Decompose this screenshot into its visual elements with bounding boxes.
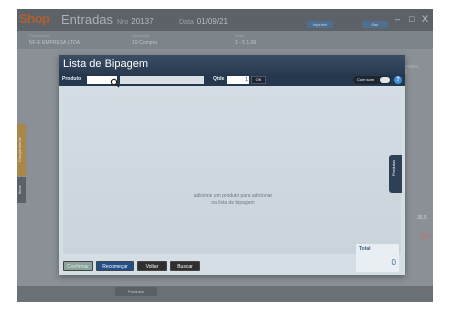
maximize-icon[interactable]: □ [409,14,414,24]
product-label: Produto [62,76,82,82]
total-label: Total [359,246,371,252]
side-tab-complement[interactable]: Complemento [17,124,26,176]
bottom-tab-products[interactable]: Produtos [115,287,157,296]
quantity-input[interactable]: 1 [227,76,249,84]
products-side-tab[interactable]: Produtos [389,155,402,193]
right-value-1: 36,5 [417,215,427,221]
restart-button[interactable]: Recomeçar [96,261,134,271]
side-tab-items-label: Itens [17,185,22,195]
operation-value[interactable]: 10-Compra [132,40,157,46]
exit-button[interactable]: Sair [362,21,388,28]
app-titlebar: Shop Entradas Nro 20137 Data 01/09/21 Impr… [17,9,433,31]
scan-list-dialog: Lista de Bipagem Produto Qtde 1 OK Com s… [59,55,405,275]
date-label: Data [179,19,194,26]
date-value: 01/09/21 [196,17,228,26]
empty-message-line-2: na lista de bipagem [211,200,255,206]
toggle-knob-icon [380,77,390,83]
close-icon[interactable]: X [422,14,428,24]
app-logo: Shop [19,11,50,26]
supplier-label: Fornecedor [29,33,50,38]
dialog-toolbar: Produto Qtde 1 OK Com som ? [59,74,405,88]
app-title: Entradas [61,12,114,27]
ok-button[interactable]: OK [251,76,266,84]
back-button[interactable]: Voltar [137,261,167,271]
series-value[interactable]: 1 - 5 1.06 [235,40,256,46]
products-side-tab-label: Produtos [391,160,396,177]
operation-label: Operação [132,33,150,38]
side-tab-complement-label: Complemento [17,137,22,163]
total-box: Total 0 [356,244,399,272]
product-description-field [120,76,204,84]
qty-label: Qtde [213,76,225,82]
series-label: Série [235,33,245,38]
empty-message-line-1: adicione um produto para adicionar [193,193,273,199]
total-value: 0 [391,258,396,267]
dialog-header: Lista de Bipagem [59,55,405,74]
nro-label: Nro [117,19,129,26]
search-icon[interactable] [110,75,120,88]
right-value-2: 0,00 [420,234,430,240]
sound-toggle[interactable]: Com som [353,76,391,84]
supplier-value[interactable]: NF-E EMPRESA LTDA [29,40,80,46]
confirm-button[interactable]: Confirmar [63,261,93,271]
search-button[interactable]: Buscar [170,261,200,271]
sound-toggle-label: Com som [357,77,375,82]
nro-field: Nro 20137 [117,17,154,26]
dialog-title: Lista de Bipagem [63,58,148,70]
header-fields-row: Fornecedor NF-E EMPRESA LTDA Operação 10… [17,31,433,49]
help-icon[interactable]: ? [394,76,402,84]
print-button[interactable]: Imprimir [307,21,333,28]
bottom-bar [17,286,433,302]
date-field: Data 01/09/21 [179,17,228,26]
empty-list-message: adicione um produto para adicionar na li… [163,193,303,207]
nro-value: 20137 [131,17,154,26]
scanned-items-list: adicione um produto para adicionar na li… [63,89,401,254]
side-tab-items[interactable]: Itens [17,177,26,203]
minimize-icon[interactable]: – [395,14,400,24]
